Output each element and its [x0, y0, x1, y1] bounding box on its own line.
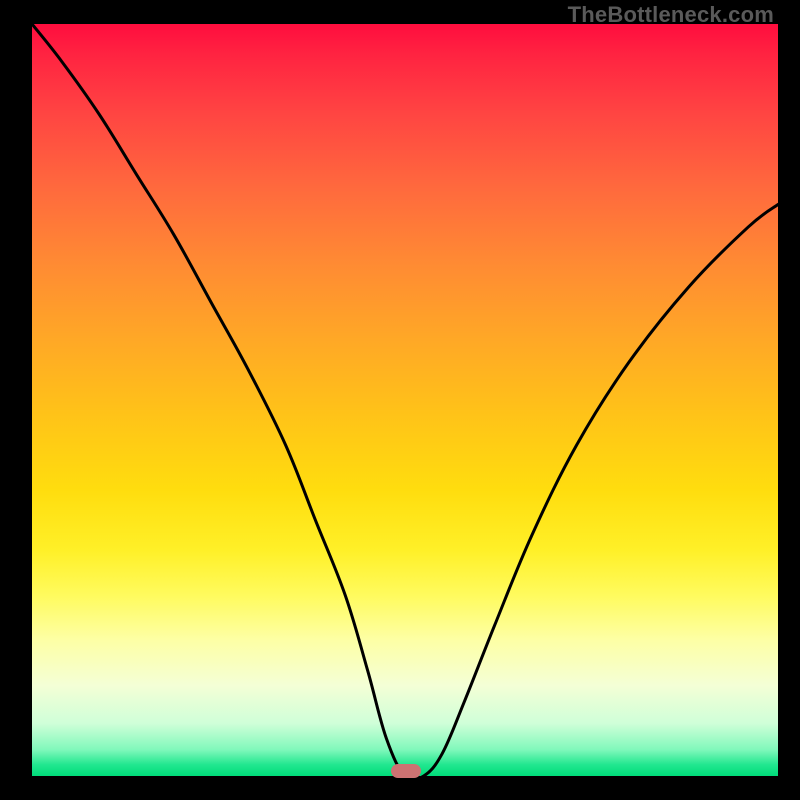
minimum-marker — [391, 764, 421, 778]
plot-area — [32, 24, 778, 776]
chart-frame: TheBottleneck.com — [0, 0, 800, 800]
watermark-text: TheBottleneck.com — [568, 2, 774, 28]
